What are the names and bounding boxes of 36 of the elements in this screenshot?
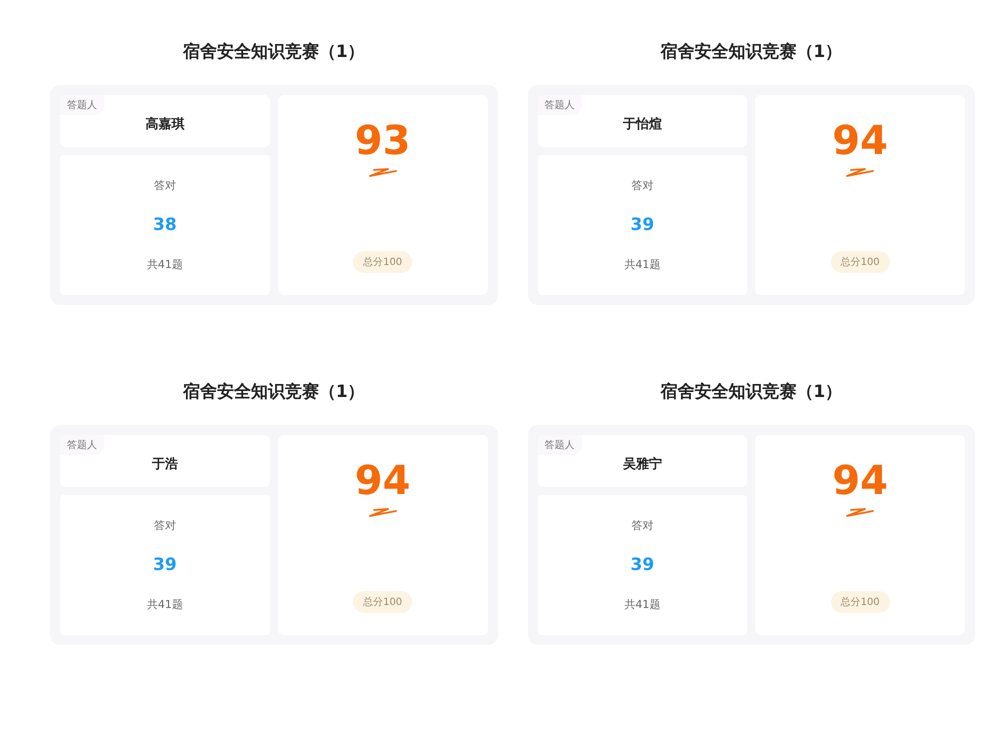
correct-count: 39 bbox=[630, 555, 654, 575]
correct-count: 39 bbox=[153, 555, 177, 575]
correct-label: 答对 bbox=[631, 178, 654, 193]
respondent-name: 于怡煊 bbox=[622, 116, 662, 133]
full-score-badge: 总分100 bbox=[830, 251, 890, 273]
score-value: 93 bbox=[354, 121, 410, 161]
correct-count: 39 bbox=[630, 215, 654, 235]
scribble-icon bbox=[368, 167, 398, 177]
respondent-name: 高嘉琪 bbox=[145, 116, 184, 133]
scribble-icon bbox=[845, 507, 876, 517]
correct-label: 答对 bbox=[154, 518, 176, 533]
full-score-badge: 总分100 bbox=[353, 591, 412, 613]
correct-label: 答对 bbox=[631, 518, 654, 533]
total-questions: 共41题 bbox=[146, 257, 183, 272]
quiz-title: 宿舍安全知识竞赛（1） bbox=[182, 381, 365, 403]
scribble-icon bbox=[368, 507, 398, 517]
correct-label: 答对 bbox=[154, 178, 176, 193]
score-value: 94 bbox=[354, 461, 410, 501]
respondent-tag: 答题人 bbox=[60, 95, 104, 115]
correct-count: 38 bbox=[153, 215, 177, 235]
total-questions: 共41题 bbox=[624, 597, 660, 612]
total-questions: 共41题 bbox=[146, 597, 183, 612]
respondent-tag: 答题人 bbox=[538, 95, 582, 115]
respondent-tag: 答题人 bbox=[60, 435, 104, 455]
full-score-badge: 总分100 bbox=[830, 591, 890, 613]
quiz-title: 宿舍安全知识竞赛（1） bbox=[182, 41, 365, 63]
quiz-title: 宿舍安全知识竞赛（1） bbox=[660, 381, 842, 403]
score-value: 94 bbox=[832, 121, 888, 161]
respondent-name: 于浩 bbox=[152, 456, 178, 473]
scribble-icon bbox=[845, 167, 876, 177]
respondent-tag: 答题人 bbox=[538, 435, 582, 455]
quiz-title: 宿舍安全知识竞赛（1） bbox=[660, 41, 842, 63]
total-questions: 共41题 bbox=[624, 257, 660, 272]
full-score-badge: 总分100 bbox=[353, 251, 412, 273]
respondent-name: 吴雅宁 bbox=[622, 456, 662, 473]
score-value: 94 bbox=[832, 461, 888, 501]
